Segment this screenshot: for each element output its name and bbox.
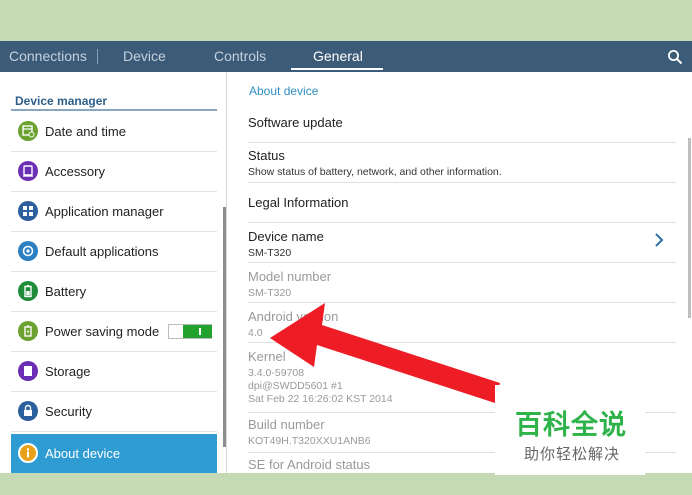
watermark-slogan: 助你轻松解决 <box>524 445 621 463</box>
watermark-logo-text: 百科全说 <box>515 410 627 441</box>
watermark: 百科全说 助你轻松解决 <box>495 385 645 475</box>
